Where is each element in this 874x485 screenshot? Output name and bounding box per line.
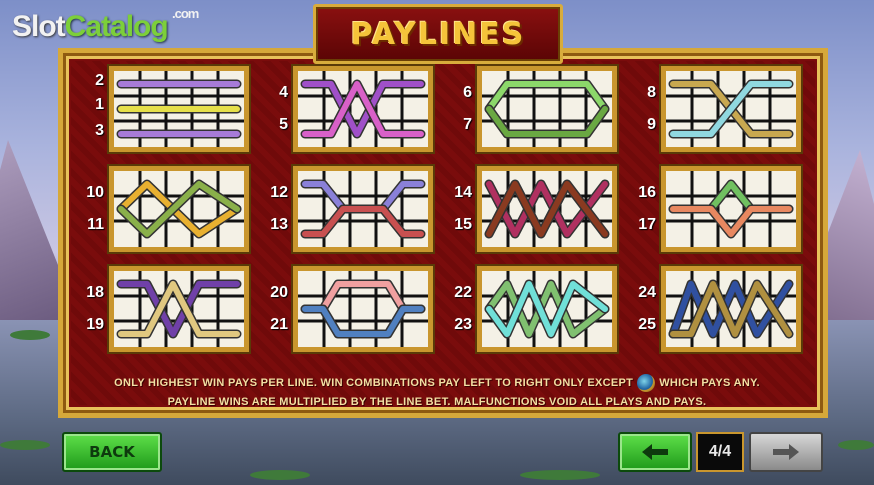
payline-card: 24 25 [630, 266, 801, 354]
logo-part-catalog: Catalog [64, 10, 169, 43]
payline-reel-grid [661, 266, 801, 352]
payline-card: 14 15 [446, 166, 617, 254]
payline-number: 7 [463, 116, 472, 133]
next-page-button[interactable] [749, 432, 823, 472]
payline-reel-grid [293, 166, 433, 252]
payline-diagram [666, 71, 796, 147]
payline-diagram [666, 271, 796, 347]
payline-reel-grid [293, 66, 433, 152]
payline-reel-grid [293, 266, 433, 352]
footer-text-a: ONLY HIGHEST WIN PAYS PER LINE. WIN COMB… [114, 376, 634, 389]
payline-number: 10 [86, 184, 104, 201]
payline-reel-grid [477, 66, 617, 152]
page-indicator: 4/4 [696, 432, 744, 472]
payline-card: 22 23 [446, 266, 617, 354]
lily-pad [250, 470, 310, 480]
previous-page-button[interactable] [618, 432, 692, 472]
payline-diagram [298, 71, 428, 147]
payline-reel-grid [477, 166, 617, 252]
footer-line-1: ONLY HIGHEST WIN PAYS PER LINE. WIN COMB… [0, 374, 874, 392]
payline-reel-grid [109, 66, 249, 152]
lily-pad [838, 440, 874, 450]
payline-card: 20 21 [262, 266, 433, 354]
payline-diagram [298, 171, 428, 247]
payline-card: 67 [446, 66, 617, 154]
arrow-left-icon [642, 444, 668, 460]
payline-number: 19 [86, 316, 104, 333]
payline-number: 16 [638, 184, 656, 201]
payline-reel-grid [477, 266, 617, 352]
payline-card: 10 11 [78, 166, 249, 254]
footer-text-b: WHICH PAYS ANY. [659, 376, 760, 389]
payline-number: 20 [270, 284, 288, 301]
payline-number: 6 [463, 84, 472, 101]
payline-number: 2 [95, 72, 104, 89]
payline-diagram [114, 71, 244, 147]
lily-pad [0, 440, 50, 450]
payline-card: 45 [262, 66, 433, 154]
payline-diagram [482, 71, 612, 147]
payline-card: 16 17 [630, 166, 801, 254]
payline-diagram [482, 171, 612, 247]
footer-line-2: PAYLINE WINS ARE MULTIPLIED BY THE LINE … [167, 396, 707, 408]
payline-diagram [298, 271, 428, 347]
payline-card: 18 19 [78, 266, 249, 354]
payline-number: 3 [95, 122, 104, 139]
payline-number: 18 [86, 284, 104, 301]
payline-number: 9 [647, 116, 656, 133]
payline-number: 21 [270, 316, 288, 333]
payline-diagram [666, 171, 796, 247]
logo-part-slot: Slot [12, 10, 66, 43]
payline-number: 1 [95, 96, 104, 113]
payline-reel-grid [109, 266, 249, 352]
logo-suffix: .com [172, 6, 199, 21]
payline-number: 17 [638, 216, 656, 233]
globe-scatter-icon [637, 374, 656, 392]
lily-pad [520, 470, 600, 480]
payline-number: 25 [638, 316, 656, 333]
payline-number: 13 [270, 216, 288, 233]
payline-number: 4 [279, 84, 288, 101]
payline-card: 12 13 [262, 166, 433, 254]
slotcatalog-logo: SlotCatalog .com [12, 6, 199, 44]
page-title: PAYLINES [350, 16, 526, 52]
payline-number: 15 [454, 216, 472, 233]
payline-number: 5 [279, 116, 288, 133]
lily-pad [10, 330, 50, 340]
title-plate: PAYLINES [313, 4, 563, 64]
arrow-right-icon [773, 444, 799, 460]
payline-diagram [114, 171, 244, 247]
back-button-label: BACK [89, 443, 135, 461]
payline-card: 89 [630, 66, 801, 154]
payline-reel-grid [661, 66, 801, 152]
back-button[interactable]: BACK [62, 432, 162, 472]
payline-number: 22 [454, 284, 472, 301]
payline-reel-grid [109, 166, 249, 252]
payline-card: 2 1 3 [78, 66, 249, 154]
payline-diagram [482, 271, 612, 347]
payline-number: 24 [638, 284, 656, 301]
payline-path [670, 81, 792, 137]
payline-reel-grid [661, 166, 801, 252]
payline-number: 8 [647, 84, 656, 101]
payline-number: 12 [270, 184, 288, 201]
payline-number: 14 [454, 184, 472, 201]
payline-number: 23 [454, 316, 472, 333]
payline-diagram [114, 271, 244, 347]
payline-number: 11 [87, 216, 104, 233]
